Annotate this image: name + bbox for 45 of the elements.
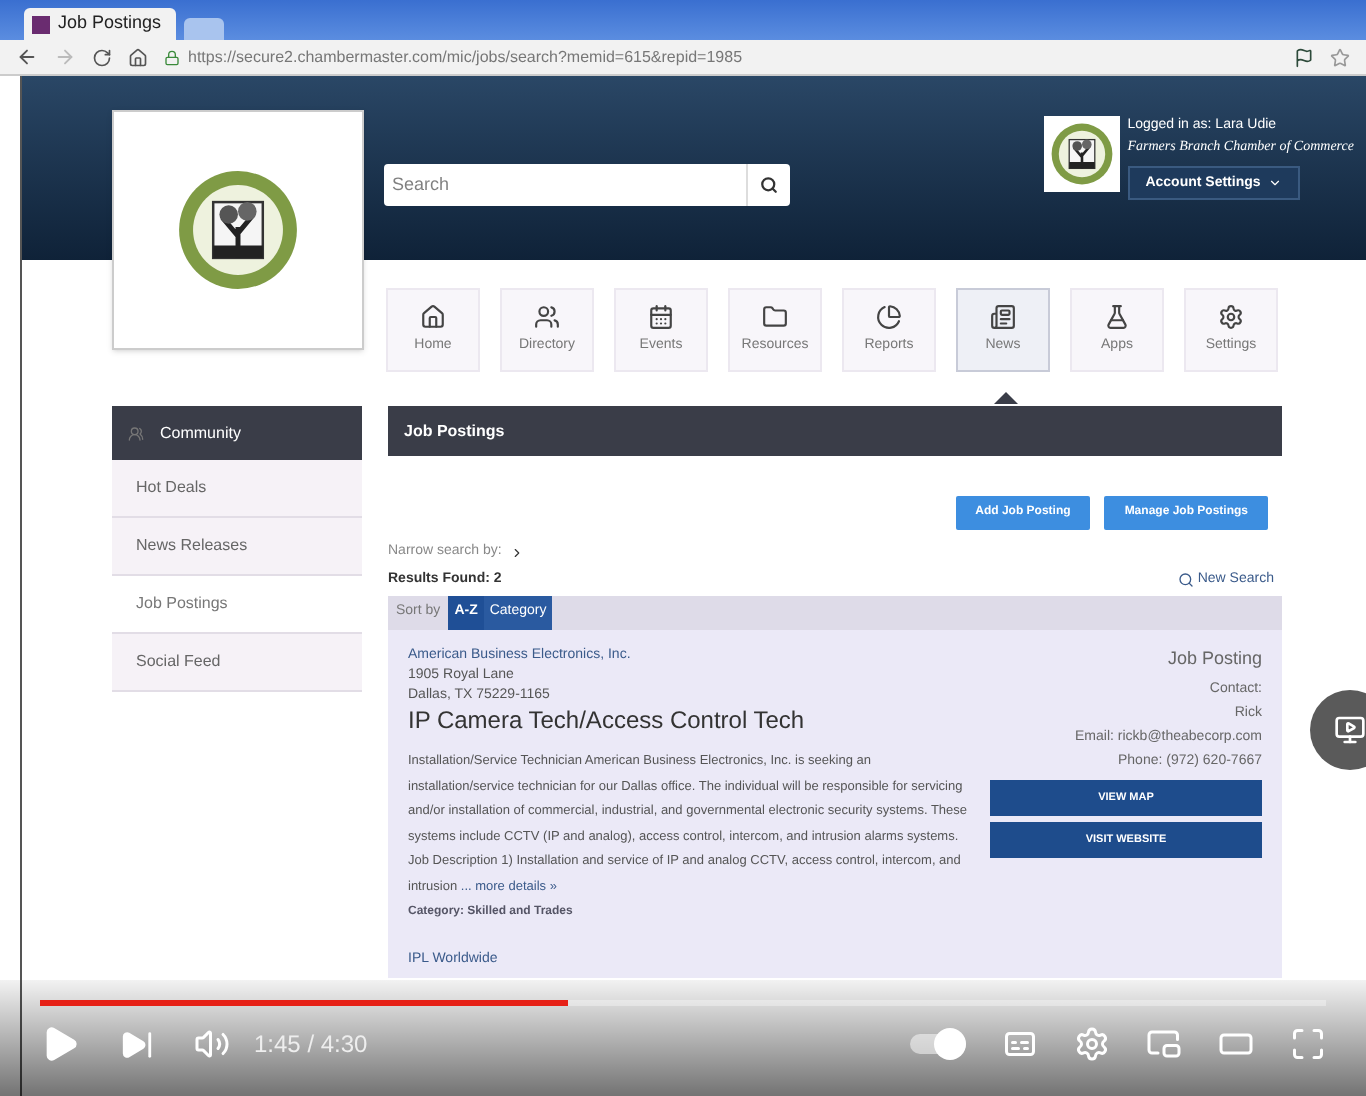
- seal-logo: [176, 168, 300, 292]
- community-icon: [128, 425, 144, 441]
- sidebar-title: Community: [160, 421, 241, 445]
- settings-icon: [1218, 303, 1244, 330]
- browser-tab[interactable]: Job Postings: [24, 8, 176, 40]
- news-icon: [990, 303, 1016, 330]
- url-text: https://secure2.chambermaster.com/mic/jobs/search?memid=615&repid=1985: [188, 45, 743, 69]
- home-icon: [420, 303, 446, 330]
- forward-icon[interactable]: [54, 46, 76, 68]
- next-icon[interactable]: [120, 1027, 154, 1061]
- screen-play-icon: [1334, 714, 1366, 746]
- job-title: IP Camera Tech/Access Control Tech: [408, 706, 807, 736]
- bookmark-star-icon[interactable]: [1330, 47, 1350, 67]
- apps-icon: [1104, 303, 1130, 330]
- time-display: 1:45 / 4:30: [254, 1028, 368, 1062]
- expand-icon[interactable]: [509, 545, 524, 560]
- favicon-icon: [32, 15, 50, 33]
- floating-action-button[interactable]: [1310, 690, 1366, 770]
- search-icon: [760, 176, 778, 194]
- sidebar-item[interactable]: Hot Deals: [112, 460, 362, 518]
- back-icon[interactable]: [16, 46, 38, 68]
- captions-icon[interactable]: [1002, 1026, 1038, 1062]
- lock-icon: [164, 49, 180, 65]
- posting-type: Job Posting: [1167, 646, 1262, 670]
- events-icon: [648, 303, 674, 330]
- search-field[interactable]: Search: [384, 164, 746, 206]
- flag-icon[interactable]: [1294, 47, 1314, 67]
- progress-track[interactable]: [40, 1000, 1326, 1006]
- reports-icon: [876, 303, 902, 330]
- sidebar-item[interactable]: News Releases: [112, 518, 362, 576]
- caret-icon: [1268, 176, 1283, 190]
- autoplay-toggle[interactable]: [910, 1028, 966, 1060]
- search-icon: [1177, 571, 1194, 588]
- resources-icon: [762, 303, 788, 330]
- reload-icon[interactable]: [92, 47, 112, 67]
- search-button[interactable]: [746, 164, 790, 206]
- tab-title: Job Postings: [58, 10, 162, 37]
- settings-icon[interactable]: [1074, 1026, 1110, 1062]
- miniplayer-icon[interactable]: [1146, 1026, 1182, 1062]
- directory-icon: [534, 303, 560, 330]
- home-icon[interactable]: [128, 47, 148, 67]
- section-header: Job Postings: [388, 406, 1282, 456]
- sidebar-item[interactable]: Social Feed: [112, 634, 362, 692]
- fullscreen-icon[interactable]: [1290, 1026, 1326, 1062]
- volume-icon[interactable]: [194, 1026, 230, 1062]
